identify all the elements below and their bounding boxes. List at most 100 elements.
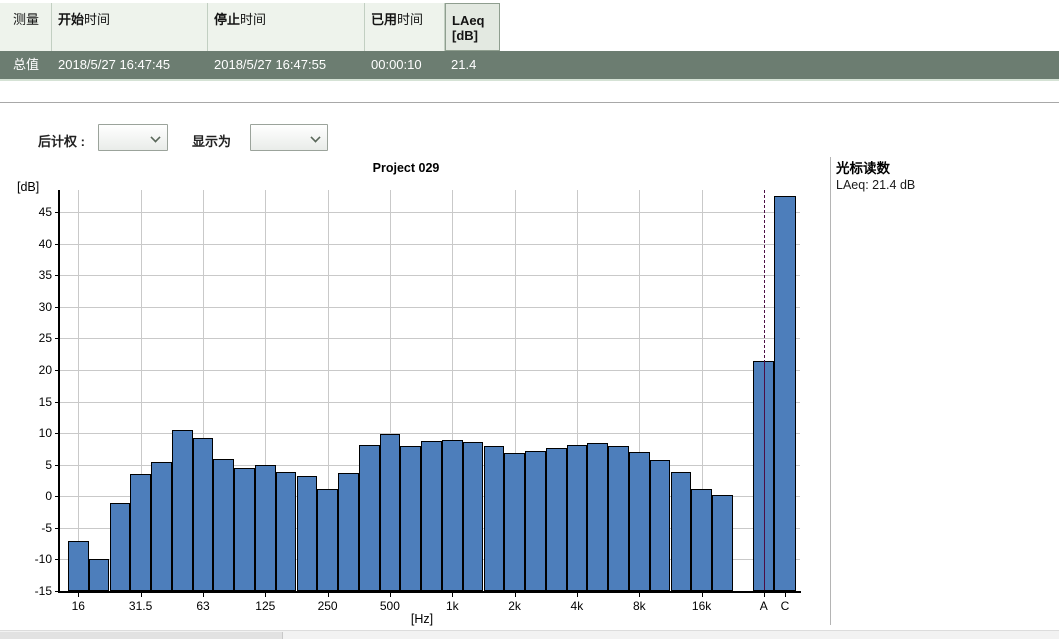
column-header-start-time[interactable]: 开始时间 xyxy=(52,3,208,51)
bar-125[interactable] xyxy=(255,465,276,591)
panel-divider xyxy=(830,157,831,625)
bar-2.5k[interactable] xyxy=(525,451,546,591)
bar-5k[interactable] xyxy=(587,443,608,591)
bar-31.5[interactable] xyxy=(130,474,151,592)
x-axis-line xyxy=(58,591,801,593)
x-tick xyxy=(702,593,703,597)
y-tick xyxy=(55,338,60,339)
bar-160[interactable] xyxy=(276,472,297,591)
bar-16[interactable] xyxy=(68,541,89,592)
x-tick xyxy=(452,593,453,597)
gridline-horizontal xyxy=(60,244,800,245)
x-tick-label: 250 xyxy=(306,599,350,613)
y-tick xyxy=(55,244,60,245)
column-header-stop-time[interactable]: 停止时间 xyxy=(208,3,365,51)
bar-315[interactable] xyxy=(338,473,359,591)
bar-50[interactable] xyxy=(172,430,193,591)
y-tick xyxy=(55,528,60,529)
horizontal-scrollbar[interactable] xyxy=(0,630,1059,639)
bar-12.5k[interactable] xyxy=(671,472,692,591)
column-header-measurement[interactable]: 测量 xyxy=(0,3,52,51)
y-tick-label: 45 xyxy=(13,205,52,219)
x-tick-label: C xyxy=(763,599,807,613)
y-tick-label: 10 xyxy=(13,426,52,440)
y-tick xyxy=(55,591,60,592)
bar-200[interactable] xyxy=(297,476,318,591)
display-as-select[interactable] xyxy=(250,124,328,151)
table-row[interactable]: 总值 2018/5/27 16:47:45 2018/5/27 16:47:55… xyxy=(0,51,1059,79)
bar-4k[interactable] xyxy=(567,445,588,591)
y-tick xyxy=(55,275,60,276)
bar-C[interactable] xyxy=(774,196,795,591)
table-row-divider xyxy=(0,79,1059,81)
bar-400[interactable] xyxy=(359,445,380,591)
x-tick-label: 500 xyxy=(368,599,412,613)
bar-800[interactable] xyxy=(421,441,442,591)
y-tick xyxy=(55,307,60,308)
y-tick-label: -5 xyxy=(13,521,52,535)
y-axis-unit-label: [dB] xyxy=(17,180,39,194)
bar-8k[interactable] xyxy=(629,452,650,591)
y-tick xyxy=(55,212,60,213)
x-tick xyxy=(785,593,786,597)
bar-100[interactable] xyxy=(234,468,255,591)
x-tick xyxy=(78,593,79,597)
x-tick xyxy=(515,593,516,597)
bar-6.3k[interactable] xyxy=(608,446,629,591)
cell-stop-time: 2018/5/27 16:47:55 xyxy=(208,51,365,79)
y-tick-label: 40 xyxy=(13,237,52,251)
column-header-elapsed-time[interactable]: 已用时间 xyxy=(365,3,445,51)
y-tick-label: 5 xyxy=(13,458,52,472)
x-tick xyxy=(265,593,266,597)
bar-16k[interactable] xyxy=(691,489,712,591)
x-tick xyxy=(639,593,640,597)
app-window: 测量 开始时间 停止时间 已用时间 LAeq[dB] 总值 2018/5/27 … xyxy=(0,0,1059,639)
cursor-readout-value: LAeq: 21.4 dB xyxy=(836,178,915,192)
y-tick xyxy=(55,559,60,560)
y-tick-label: 25 xyxy=(13,331,52,345)
x-tick xyxy=(764,593,765,597)
bar-1k[interactable] xyxy=(442,440,463,591)
gridline-vertical xyxy=(78,190,79,591)
x-tick-label: 8k xyxy=(617,599,661,613)
bar-1.25k[interactable] xyxy=(463,442,484,591)
x-tick-label: 16k xyxy=(680,599,724,613)
x-tick-label: 125 xyxy=(243,599,287,613)
display-as-label: 显示为 xyxy=(192,131,231,150)
bar-80[interactable] xyxy=(213,459,234,591)
gridline-horizontal xyxy=(60,338,800,339)
column-header-laeq[interactable]: LAeq[dB] xyxy=(445,3,500,51)
gridline-horizontal xyxy=(60,307,800,308)
bar-20[interactable] xyxy=(89,559,110,591)
y-tick xyxy=(55,433,60,434)
gridline-horizontal xyxy=(60,402,800,403)
x-tick-label: 63 xyxy=(181,599,225,613)
bar-2k[interactable] xyxy=(504,453,525,591)
cursor-line-dashed[interactable] xyxy=(764,190,765,361)
x-tick-label: 4k xyxy=(555,599,599,613)
post-weighting-label: 后计权 : xyxy=(38,131,85,150)
y-tick-label: 20 xyxy=(13,363,52,377)
x-tick-label: 2k xyxy=(493,599,537,613)
post-weighting-select[interactable] xyxy=(98,124,168,151)
bar-630[interactable] xyxy=(400,446,421,591)
gridline-horizontal xyxy=(60,275,800,276)
cursor-line-solid[interactable] xyxy=(764,361,765,590)
x-tick xyxy=(390,593,391,597)
bar-63[interactable] xyxy=(193,438,214,591)
bar-25[interactable] xyxy=(110,503,131,591)
bar-20k[interactable] xyxy=(712,495,733,591)
bar-1.6k[interactable] xyxy=(484,446,505,591)
y-tick xyxy=(55,465,60,466)
scrollbar-thumb[interactable] xyxy=(0,632,283,639)
y-tick xyxy=(55,496,60,497)
x-tick xyxy=(203,593,204,597)
bar-500[interactable] xyxy=(380,434,401,591)
bar-250[interactable] xyxy=(317,489,338,591)
bar-10k[interactable] xyxy=(650,460,671,591)
bar-3.15k[interactable] xyxy=(546,448,567,591)
cell-laeq: 21.4 xyxy=(445,51,500,79)
cell-elapsed-time: 00:00:10 xyxy=(365,51,445,79)
results-table-header: 测量 开始时间 停止时间 已用时间 LAeq[dB] xyxy=(0,3,503,51)
bar-40[interactable] xyxy=(151,462,172,592)
